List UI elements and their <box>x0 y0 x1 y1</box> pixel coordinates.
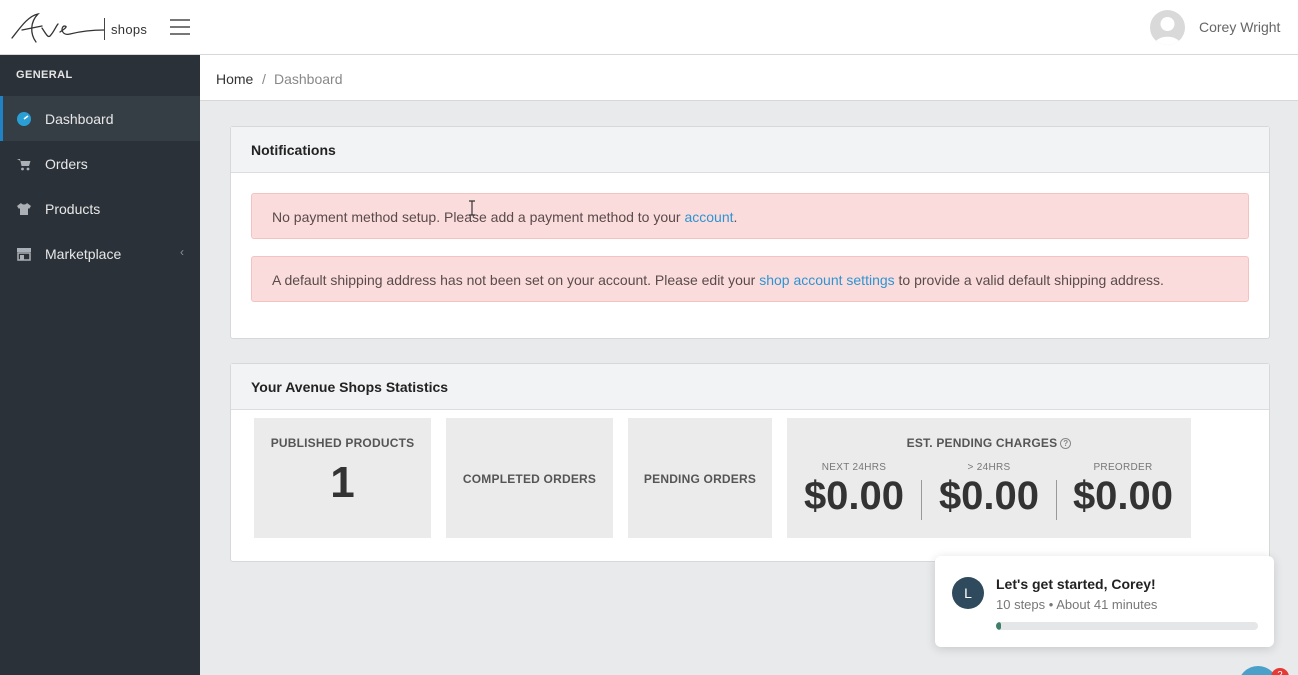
sidebar-item-products[interactable]: Products <box>0 186 200 231</box>
stat-value: 1 <box>330 458 355 507</box>
top-bar: shops Corey Wright <box>0 0 1298 55</box>
sidebar-item-orders[interactable]: Orders <box>0 141 200 186</box>
sidebar-section-title: GENERAL <box>16 69 73 81</box>
sub-value: $0.00 <box>1072 474 1174 518</box>
onboarding-widget[interactable]: L Let's get started, Corey! 10 steps • A… <box>935 556 1274 647</box>
sub-value: $0.00 <box>938 474 1040 518</box>
pending-orders-stat: PENDING ORDERS <box>628 418 772 538</box>
dashboard-icon <box>16 111 32 127</box>
sub-label: > 24HRS <box>967 462 1011 473</box>
store-icon <box>16 246 32 262</box>
shop-account-settings-link[interactable]: shop account settings <box>759 272 894 288</box>
over-24hrs-column: > 24HRS $0.00 <box>926 462 1052 519</box>
hamburger-menu-icon[interactable] <box>170 19 190 35</box>
logo-shops-text: shops <box>111 22 148 37</box>
onboarding-subtitle: 10 steps • About 41 minutes <box>996 597 1157 612</box>
stat-label: EST. PENDING CHARGES <box>906 436 1058 450</box>
sidebar-item-label: Marketplace <box>45 245 122 262</box>
stat-label: PUBLISHED PRODUCTS <box>270 436 415 450</box>
chat-notification-badge: 2 <box>1271 668 1289 675</box>
alert-text: No payment method setup. Please add a pa… <box>272 209 685 225</box>
help-icon[interactable]: ? <box>1060 438 1072 449</box>
onboarding-progress-bar <box>996 622 1258 630</box>
next-24hrs-column: NEXT 24HRS $0.00 <box>791 462 917 519</box>
divider <box>1056 480 1057 520</box>
breadcrumb-home-link[interactable]: Home <box>216 71 253 87</box>
preorder-column: PREORDER $0.00 <box>1060 462 1186 519</box>
divider <box>921 480 922 520</box>
stat-label: COMPLETED ORDERS <box>462 472 597 486</box>
user-avatar[interactable] <box>1150 10 1185 45</box>
onboarding-duration: About 41 minutes <box>1056 597 1158 612</box>
onboarding-title: Let's get started, Corey! <box>996 576 1156 592</box>
breadcrumb-separator: / <box>262 71 266 87</box>
onboarding-dot: • <box>1048 597 1054 612</box>
alert-text-end: . <box>733 209 738 225</box>
notifications-card: Notifications No payment method setup. P… <box>230 126 1270 339</box>
statistics-title: Your Avenue Shops Statistics <box>231 364 1269 410</box>
account-link[interactable]: account <box>684 209 733 225</box>
notifications-title: Notifications <box>231 127 1269 173</box>
sub-label: NEXT 24HRS <box>821 462 887 473</box>
user-name[interactable]: Corey Wright <box>1199 19 1280 35</box>
completed-orders-stat: COMPLETED ORDERS <box>446 418 613 538</box>
sidebar-item-dashboard[interactable]: Dashboard <box>0 96 200 141</box>
sub-value: $0.00 <box>803 474 905 518</box>
text-cursor-icon <box>469 200 475 216</box>
cart-icon <box>16 156 32 172</box>
breadcrumb: Home / Dashboard <box>200 55 1298 101</box>
sub-label: PREORDER <box>1093 462 1153 473</box>
sidebar: GENERAL Dashboard Orders Products Market… <box>0 55 200 675</box>
pending-charges-stat: EST. PENDING CHARGES? NEXT 24HRS $0.00 >… <box>787 418 1191 538</box>
sidebar-item-marketplace[interactable]: Marketplace ‹ <box>0 231 200 276</box>
sidebar-item-label: Products <box>45 200 101 217</box>
stat-label: PENDING ORDERS <box>643 472 757 486</box>
logo-divider <box>104 18 105 40</box>
alert-text-end: to provide a valid default shipping addr… <box>894 272 1164 288</box>
published-products-stat: PUBLISHED PRODUCTS 1 <box>254 418 431 538</box>
chevron-left-icon: ‹ <box>180 245 184 259</box>
shipping-alert: A default shipping address has not been … <box>251 256 1249 302</box>
payment-alert: No payment method setup. Please add a pa… <box>251 193 1249 239</box>
onboarding-steps: 10 steps <box>996 597 1046 612</box>
onboarding-avatar: L <box>952 577 984 609</box>
sidebar-item-label: Dashboard <box>45 110 114 127</box>
shirt-icon <box>16 201 32 217</box>
alert-text: A default shipping address has not been … <box>272 272 760 288</box>
ave-logo[interactable] <box>8 8 108 48</box>
sidebar-item-label: Orders <box>45 155 88 172</box>
statistics-card: Your Avenue Shops Statistics PUBLISHED P… <box>230 363 1270 562</box>
breadcrumb-current: Dashboard <box>274 71 343 87</box>
onboarding-progress-fill <box>996 622 1002 630</box>
